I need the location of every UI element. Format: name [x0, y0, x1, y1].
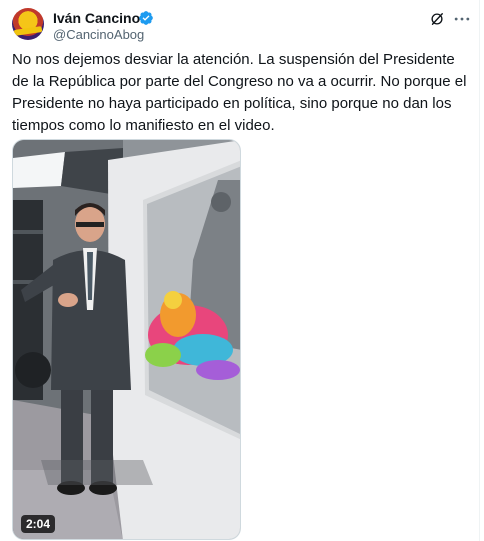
grok-icon[interactable]	[428, 10, 446, 28]
avatar[interactable]	[12, 8, 44, 40]
tweet-header: Iván Cancino @CancinoAbog	[12, 6, 472, 46]
video-thumbnail	[13, 140, 240, 539]
more-options-icon[interactable]	[452, 10, 472, 28]
author-handle[interactable]: @CancinoAbog	[53, 27, 144, 42]
page-right-border	[479, 0, 480, 541]
tweet-text: No nos dejemos desviar la atención. La s…	[12, 51, 467, 134]
video-duration: 2:04	[21, 515, 56, 533]
tweet-video[interactable]: 2:04	[12, 139, 241, 540]
verified-badge-icon	[139, 11, 153, 25]
author-display-name[interactable]: Iván Cancino	[53, 10, 140, 26]
